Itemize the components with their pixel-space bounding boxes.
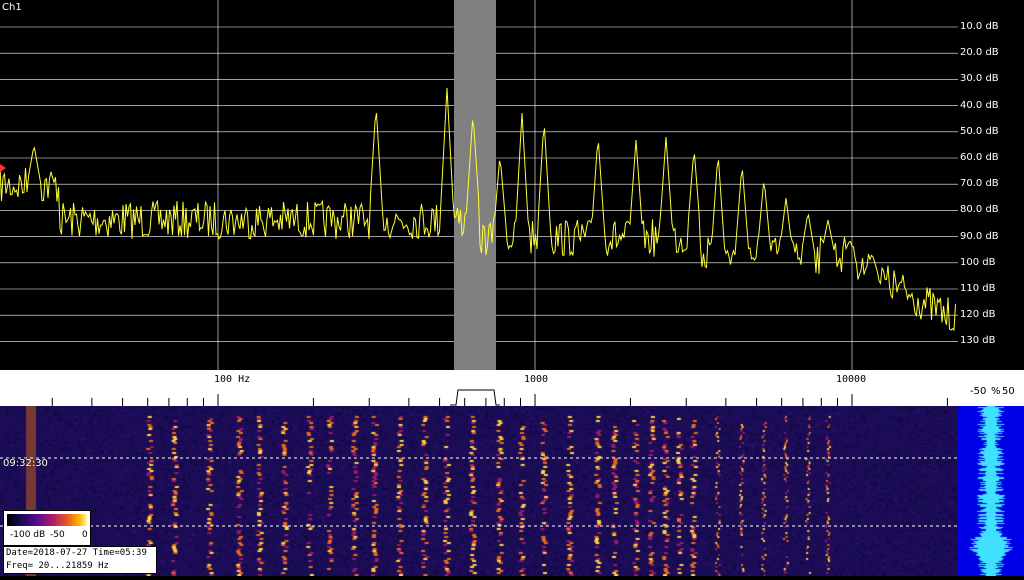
db-scale-label: 60.0 dB: [960, 152, 999, 163]
db-scale-label: 50.0 dB: [960, 125, 999, 137]
info-box: Date=2018-07-27 Time=05:39 Freq= 20...21…: [3, 546, 157, 574]
scope-waveform: [958, 406, 1024, 576]
scope-panel[interactable]: [958, 406, 1024, 576]
freq-label-100: 100 Hz: [214, 374, 251, 385]
time-marker-label: 09:32:30: [3, 458, 48, 469]
scope-label-right: 50: [1002, 386, 1015, 397]
db-scale-label: 90.0 dB: [960, 230, 999, 242]
db-scale-label: 80.0 dB: [960, 204, 999, 216]
db-scale-label: 110 dB: [960, 283, 996, 294]
db-scale-label: 130 dB: [960, 335, 996, 347]
scope-axis: -50 % 50: [958, 370, 1024, 406]
info-frequency-range: Freq= 20...21859 Hz: [6, 561, 109, 571]
freq-label-1000: 1000: [524, 374, 549, 385]
freq-label-10000: 10000: [836, 374, 867, 385]
db-scale-label: 70.0 dB: [960, 178, 999, 190]
scope-label-mid: %: [991, 386, 1001, 397]
spectrum-display[interactable]: Ch1 10.0 dB 20.0 dB 30.0 dB 40.0 dB 50.0 dB 6…: [0, 0, 1024, 370]
colorbar-mid-label: -50: [50, 530, 65, 540]
db-scale-label: 30.0 dB: [960, 73, 999, 85]
frequency-axis[interactable]: 100 Hz 1000 10000: [0, 370, 958, 406]
colorbar-legend: -100 dB -50 0: [3, 510, 91, 546]
band-bracket-icon[interactable]: [450, 386, 500, 406]
db-scale-label: 10.0 dB: [960, 21, 999, 32]
db-scale-label: 100 dB: [960, 256, 996, 268]
colorbar-gradient: [7, 514, 87, 526]
colorbar-min-label: -100 dB: [10, 530, 46, 540]
cursor-marker-icon: [0, 164, 6, 172]
spectrum-plot[interactable]: [0, 0, 1024, 370]
db-scale-label: 40.0 dB: [960, 99, 999, 111]
colorbar-max-label: 0: [82, 530, 88, 540]
info-date-time: Date=2018-07-27 Time=05:39: [6, 548, 147, 558]
db-scale-label: 20.0 dB: [960, 47, 999, 59]
waterfall-spectrogram[interactable]: 09:32:30 -100 dB -50 0 Date=2018-07-27 T…: [0, 406, 958, 576]
db-scale-label: 120 dB: [960, 309, 996, 321]
selected-frequency-band[interactable]: [454, 0, 496, 370]
scope-label-left: -50: [970, 386, 987, 397]
channel-label: Ch1: [2, 2, 22, 13]
